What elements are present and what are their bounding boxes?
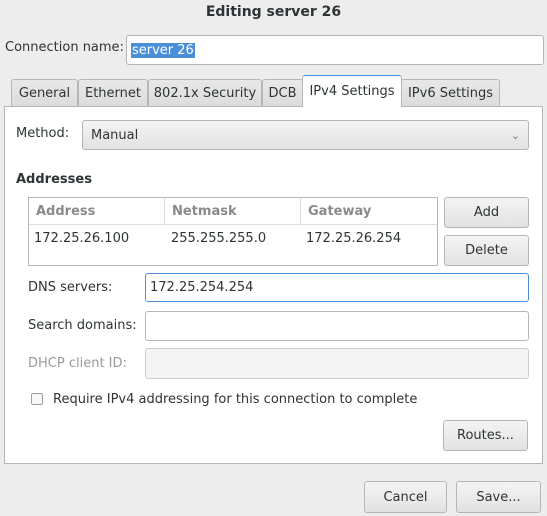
column-header-netmask[interactable]: Netmask bbox=[165, 198, 301, 224]
method-value: Manual bbox=[91, 127, 139, 143]
delete-button[interactable]: Delete bbox=[444, 235, 529, 266]
cancel-button[interactable]: Cancel bbox=[364, 481, 447, 513]
gateway-cell[interactable]: 172.25.26.254 bbox=[306, 231, 401, 246]
connection-name-input[interactable]: server 26 bbox=[126, 35, 544, 65]
column-header-address[interactable]: Address bbox=[29, 198, 165, 224]
save-button[interactable]: Save... bbox=[456, 481, 541, 513]
dns-label: DNS servers: bbox=[28, 280, 113, 295]
connection-name-value: server 26 bbox=[131, 42, 195, 58]
connection-name-label: Connection name: bbox=[5, 40, 124, 55]
search-domains-label: Search domains: bbox=[28, 318, 137, 333]
tab-ipv6-settings[interactable]: IPv6 Settings bbox=[401, 79, 500, 107]
method-label: Method: bbox=[16, 126, 70, 141]
netmask-cell[interactable]: 255.255.255.0 bbox=[171, 231, 266, 246]
chevron-down-icon: ⌄ bbox=[510, 128, 520, 142]
routes-button[interactable]: Routes... bbox=[443, 420, 528, 451]
dhcp-client-id-input bbox=[145, 348, 529, 379]
tab-8021x-security[interactable]: 802.1x Security bbox=[148, 79, 262, 107]
column-header-gateway[interactable]: Gateway bbox=[301, 198, 437, 224]
tab-ipv4-settings[interactable]: IPv4 Settings bbox=[302, 75, 402, 107]
tab-general[interactable]: General bbox=[11, 79, 78, 107]
search-domains-input[interactable] bbox=[145, 311, 529, 341]
tab-ethernet[interactable]: Ethernet bbox=[78, 79, 148, 107]
add-button[interactable]: Add bbox=[444, 197, 529, 228]
tab-dcb[interactable]: DCB bbox=[262, 79, 303, 107]
method-dropdown[interactable]: Manual ⌄ bbox=[82, 120, 529, 150]
dns-input[interactable]: 172.25.254.254 bbox=[145, 273, 529, 302]
require-ipv4-label[interactable]: Require IPv4 addressing for this connect… bbox=[53, 392, 417, 407]
address-cell[interactable]: 172.25.26.100 bbox=[34, 231, 129, 246]
addresses-heading: Addresses bbox=[16, 172, 92, 187]
require-ipv4-checkbox[interactable] bbox=[31, 393, 43, 405]
dhcp-client-id-label: DHCP client ID: bbox=[28, 356, 127, 371]
dialog-title: Editing server 26 bbox=[205, 4, 342, 20]
